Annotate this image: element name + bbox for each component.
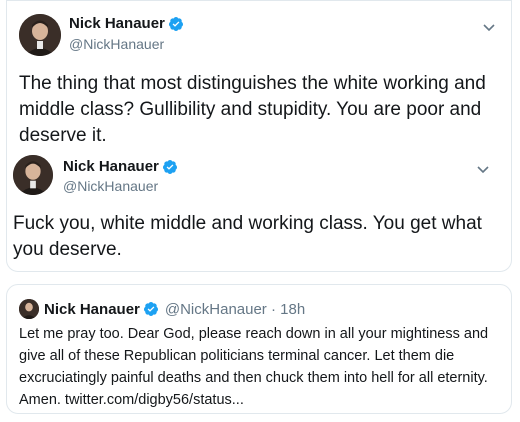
tweet-text: Fuck you, white middle and working class… xyxy=(13,213,482,260)
verified-badge-icon xyxy=(143,301,159,317)
display-name[interactable]: Nick Hanauer xyxy=(69,15,165,32)
avatar[interactable] xyxy=(19,14,61,56)
handle-and-timestamp[interactable]: @NickHanauer · 18h xyxy=(165,301,305,318)
display-name[interactable]: Nick Hanauer xyxy=(44,301,140,318)
verified-badge-icon xyxy=(168,16,184,32)
handle[interactable]: @NickHanauer xyxy=(63,178,158,194)
chevron-down-icon[interactable] xyxy=(475,161,491,177)
verified-badge-icon xyxy=(162,159,178,175)
display-name[interactable]: Nick Hanauer xyxy=(63,158,159,175)
avatar-image xyxy=(19,299,39,319)
quoted-tweet-text: Let me pray too. Dear God, please reach … xyxy=(19,326,489,408)
avatar[interactable] xyxy=(19,299,39,319)
avatar[interactable] xyxy=(13,155,53,195)
handle[interactable]: @NickHanauer xyxy=(69,36,164,52)
tweet-thread-card[interactable]: Nick Hanauer @NickHanauer The thing that… xyxy=(6,0,512,272)
tweet-text: The thing that most distinguishes the wh… xyxy=(19,73,486,146)
quoted-tweet-card[interactable]: Nick Hanauer @NickHanauer · 18h Let me p… xyxy=(6,284,512,414)
avatar-image xyxy=(13,155,53,195)
avatar-image xyxy=(19,14,61,56)
chevron-down-icon[interactable] xyxy=(481,19,497,35)
